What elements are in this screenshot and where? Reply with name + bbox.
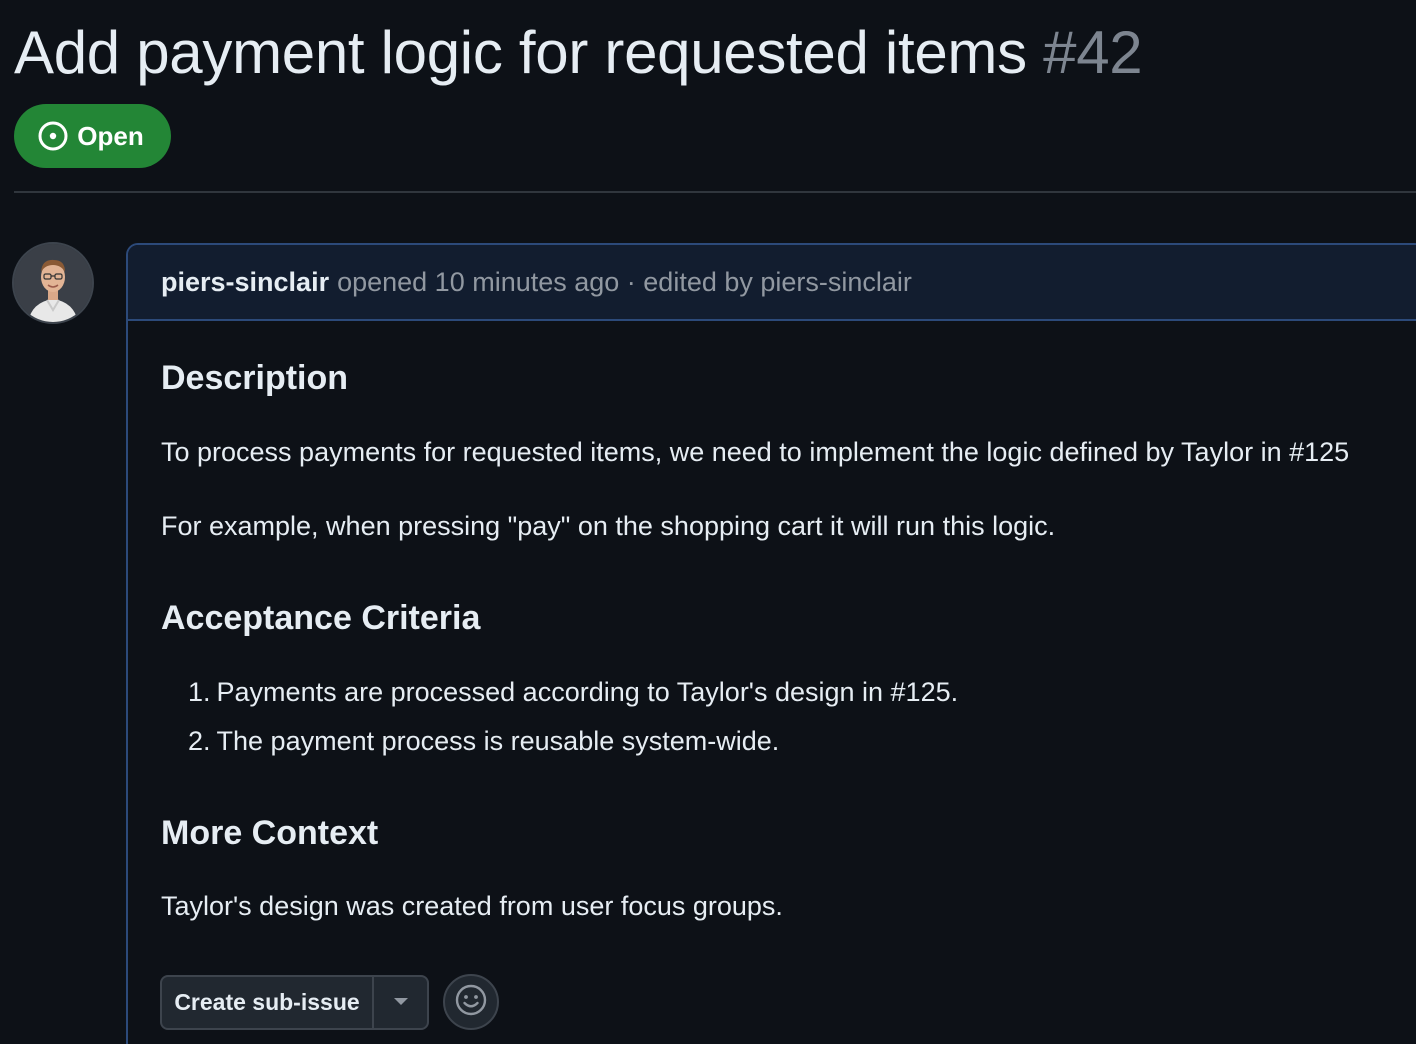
issue-state-label: Open bbox=[77, 120, 144, 151]
acceptance-criteria-heading: Acceptance Criteria bbox=[161, 599, 481, 637]
issue-state-badge: Open bbox=[14, 104, 171, 168]
comment-author-link[interactable]: piers-sinclair bbox=[161, 267, 329, 298]
comment-header: piers-sinclair opened 10 minutes ago · e… bbox=[128, 245, 1416, 321]
issue-page: Add payment logic for requested items #4… bbox=[0, 0, 1416, 1044]
list-item: 2. The payment process is reusable system… bbox=[188, 723, 958, 772]
smiley-icon bbox=[454, 983, 488, 1022]
more-context-heading: More Context bbox=[161, 814, 379, 852]
comment-meta: opened 10 minutes ago · edited by piers-… bbox=[337, 266, 912, 297]
list-item-text: The payment process is reusable system-w… bbox=[216, 726, 780, 756]
description-paragraph-2: For example, when pressing "pay" on the … bbox=[161, 511, 1056, 541]
author-avatar[interactable] bbox=[12, 242, 94, 324]
issue-opened-icon bbox=[37, 120, 69, 152]
issue-number: #42 bbox=[1043, 19, 1143, 86]
acceptance-criteria-list: 1. Payments are processed according to Ta… bbox=[188, 674, 958, 772]
issue-title: Add payment logic for requested items #4… bbox=[14, 14, 1143, 92]
description-paragraph-1: To process payments for requested items,… bbox=[161, 437, 1350, 467]
triangle-down-icon bbox=[393, 994, 409, 1012]
list-item: 1. Payments are processed according to Ta… bbox=[188, 674, 958, 723]
more-context-paragraph: Taylor's design was created from user fo… bbox=[161, 891, 783, 921]
header-divider bbox=[14, 191, 1416, 193]
issue-title-text: Add payment logic for requested items bbox=[14, 19, 1027, 86]
create-subissue-dropdown-button[interactable] bbox=[374, 977, 427, 1028]
list-item-number: 1. bbox=[188, 677, 211, 707]
create-subissue-group: Create sub-issue bbox=[160, 975, 429, 1030]
description-heading: Description bbox=[161, 359, 349, 397]
list-item-text: Payments are processed according to Tayl… bbox=[216, 677, 959, 707]
list-item-number: 2. bbox=[188, 726, 211, 756]
create-subissue-button[interactable]: Create sub-issue bbox=[162, 977, 374, 1028]
add-reaction-button[interactable] bbox=[443, 974, 499, 1030]
